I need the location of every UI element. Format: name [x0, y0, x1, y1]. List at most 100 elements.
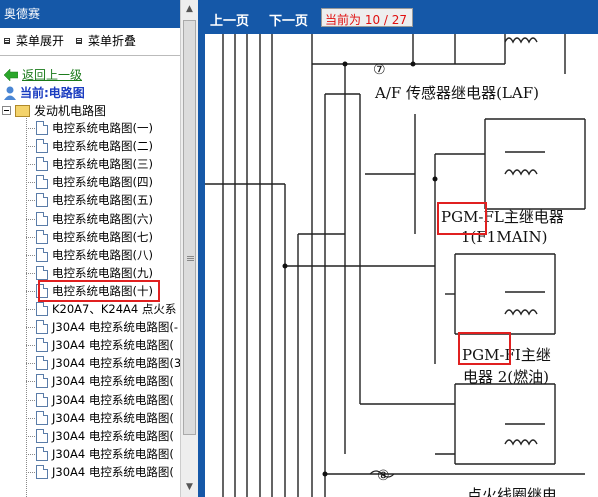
document-icon	[36, 139, 48, 153]
divider	[0, 55, 180, 56]
tree-root[interactable]: 发动机电路图	[2, 102, 106, 119]
panel-title: 奥德赛	[0, 0, 180, 28]
tree-guide-branch	[26, 309, 35, 310]
tree-item[interactable]: 电控系统电路图(四)	[36, 173, 153, 191]
ignition-relay-label: 点火线圈继电	[467, 486, 558, 497]
next-page-button[interactable]: 下一页	[269, 10, 308, 29]
panel-splitter[interactable]	[198, 0, 205, 497]
previous-page-button[interactable]: 上一页	[210, 10, 249, 29]
tree-item-label: J30A4 电控系统电路图(	[52, 411, 174, 425]
tree-item[interactable]: 电控系统电路图(二)	[36, 137, 153, 155]
tree-guide-branch	[26, 200, 35, 201]
tree-item-label: 电控系统电路图(四)	[52, 175, 153, 189]
connector-7-label: ⑦	[373, 62, 386, 78]
collapse-menu-label: 菜单折叠	[88, 34, 137, 48]
circuit-diagram: ⑦ A/F 传感器继电器(LAF) PGM-FL主继电器 1(F1MAIN) P…	[205, 34, 598, 497]
tree-guide-branch	[26, 164, 35, 165]
document-icon	[36, 320, 48, 334]
document-icon	[36, 212, 48, 226]
tree-item[interactable]: J30A4 电控系统电路图(	[36, 409, 174, 427]
document-icon	[36, 302, 48, 316]
user-icon	[4, 86, 16, 100]
collapse-icon	[76, 37, 82, 44]
tree-item-label: J30A4 电控系统电路图(	[52, 465, 174, 479]
tree-item-label: J30A4 电控系统电路图(3	[52, 356, 182, 370]
tree-guide-branch	[26, 472, 35, 473]
back-arrow-icon	[4, 68, 18, 81]
back-link[interactable]: 返回上一级	[4, 66, 82, 83]
scroll-up-icon[interactable]: ▲	[184, 4, 195, 14]
tree-item[interactable]: J30A4 电控系统电路图(	[36, 463, 174, 481]
document-icon	[36, 374, 48, 388]
tree-item-label: 电控系统电路图(八)	[52, 248, 153, 262]
tree-item-label: K20A7、K24A4 点火系	[52, 302, 177, 316]
tree-guide-line	[26, 118, 27, 497]
highlight-box-pgm-fl	[437, 202, 487, 235]
page-indicator: 当前为 10 / 27	[321, 8, 413, 27]
folder-icon	[15, 104, 30, 117]
tree-item-label: 电控系统电路图(一)	[52, 121, 153, 135]
tree-root-label: 发动机电路图	[34, 104, 107, 118]
tree-item[interactable]: K20A7、K24A4 点火系	[36, 300, 176, 318]
current-location: 当前:电路图	[4, 84, 85, 101]
tree-guide-branch	[26, 291, 35, 292]
document-icon	[36, 175, 48, 189]
scroll-down-icon[interactable]: ▼	[184, 482, 195, 492]
tree-guide-branch	[26, 255, 35, 256]
tree-item[interactable]: J30A4 电控系统电路图(	[36, 336, 174, 354]
tree-item[interactable]: 电控系统电路图(八)	[36, 246, 153, 264]
tree-guide-branch	[26, 128, 35, 129]
collapse-node-icon[interactable]	[2, 106, 11, 115]
laf-relay-label: A/F 传感器继电器(LAF)	[375, 84, 539, 102]
collapse-menu-button[interactable]: 菜单折叠	[76, 32, 136, 49]
tree-item[interactable]: 电控系统电路图(六)	[36, 210, 153, 228]
navigation-panel: 奥德赛 菜单展开 菜单折叠 返回上一级 当前:电路图 发动机电路图 电控系统电路…	[0, 0, 198, 497]
document-icon	[36, 193, 48, 207]
tree-guide-branch	[26, 273, 35, 274]
document-icon	[36, 157, 48, 171]
circuit-wiring	[205, 34, 586, 497]
document-icon	[36, 230, 48, 244]
tree-item-label: 电控系统电路图(六)	[52, 212, 153, 226]
tree-guide-branch	[26, 381, 35, 382]
tree-guide-branch	[26, 400, 35, 401]
left-scrollbar[interactable]: ▲ ▼	[180, 0, 198, 497]
tree-guide-branch	[26, 219, 35, 220]
tree-item[interactable]: 电控系统电路图(一)	[36, 119, 153, 137]
tree-item[interactable]: J30A4 电控系统电路图(	[36, 391, 174, 409]
expand-menu-button[interactable]: 菜单展开	[4, 32, 64, 49]
scrollbar-thumb[interactable]	[183, 20, 196, 435]
document-icon	[36, 429, 48, 443]
tree-item-label: J30A4 电控系统电路图(	[52, 338, 174, 352]
diagram-viewer: 上一页 下一页 当前为 10 / 27 ⑦ A/F 传感器继电器(LAF) PG…	[205, 0, 598, 497]
highlight-box-pgm-fi	[458, 332, 511, 365]
tree-item-label: 电控系统电路图(七)	[52, 230, 153, 244]
tree-guide-branch	[26, 146, 35, 147]
tree-item[interactable]: 电控系统电路图(七)	[36, 228, 153, 246]
tree-item-label: 电控系统电路图(五)	[52, 193, 153, 207]
current-location-label: 当前:电路图	[20, 86, 85, 100]
tree-guide-branch	[26, 418, 35, 419]
tree-item-label: J30A4 电控系统电路图(-	[52, 320, 178, 334]
tree-item-label: 电控系统电路图(九)	[52, 266, 153, 280]
tree-guide-branch	[26, 237, 35, 238]
tree-item[interactable]: J30A4 电控系统电路图(	[36, 427, 174, 445]
tree-guide-branch	[26, 454, 35, 455]
expand-menu-label: 菜单展开	[16, 34, 65, 48]
tree-item[interactable]: J30A4 电控系统电路图(3	[36, 354, 181, 372]
document-icon	[36, 411, 48, 425]
tree-guide-branch	[26, 345, 35, 346]
tree-item[interactable]: J30A4 电控系统电路图(	[36, 372, 174, 390]
expand-icon	[4, 37, 10, 44]
tree-item[interactable]: 电控系统电路图(三)	[36, 155, 153, 173]
tree-item[interactable]: J30A4 电控系统电路图(	[36, 445, 174, 463]
tree-item-label: J30A4 电控系统电路图(	[52, 393, 174, 407]
tree-guide-branch	[26, 363, 35, 364]
document-icon	[36, 248, 48, 262]
tree-item[interactable]: 电控系统电路图(五)	[36, 191, 153, 209]
tree-item-label: 电控系统电路图(三)	[52, 157, 153, 171]
page-indicator-text: 当前为 10 / 27	[325, 13, 408, 27]
tree-item[interactable]: J30A4 电控系统电路图(-	[36, 318, 178, 336]
document-icon	[36, 266, 48, 280]
document-icon	[36, 338, 48, 352]
